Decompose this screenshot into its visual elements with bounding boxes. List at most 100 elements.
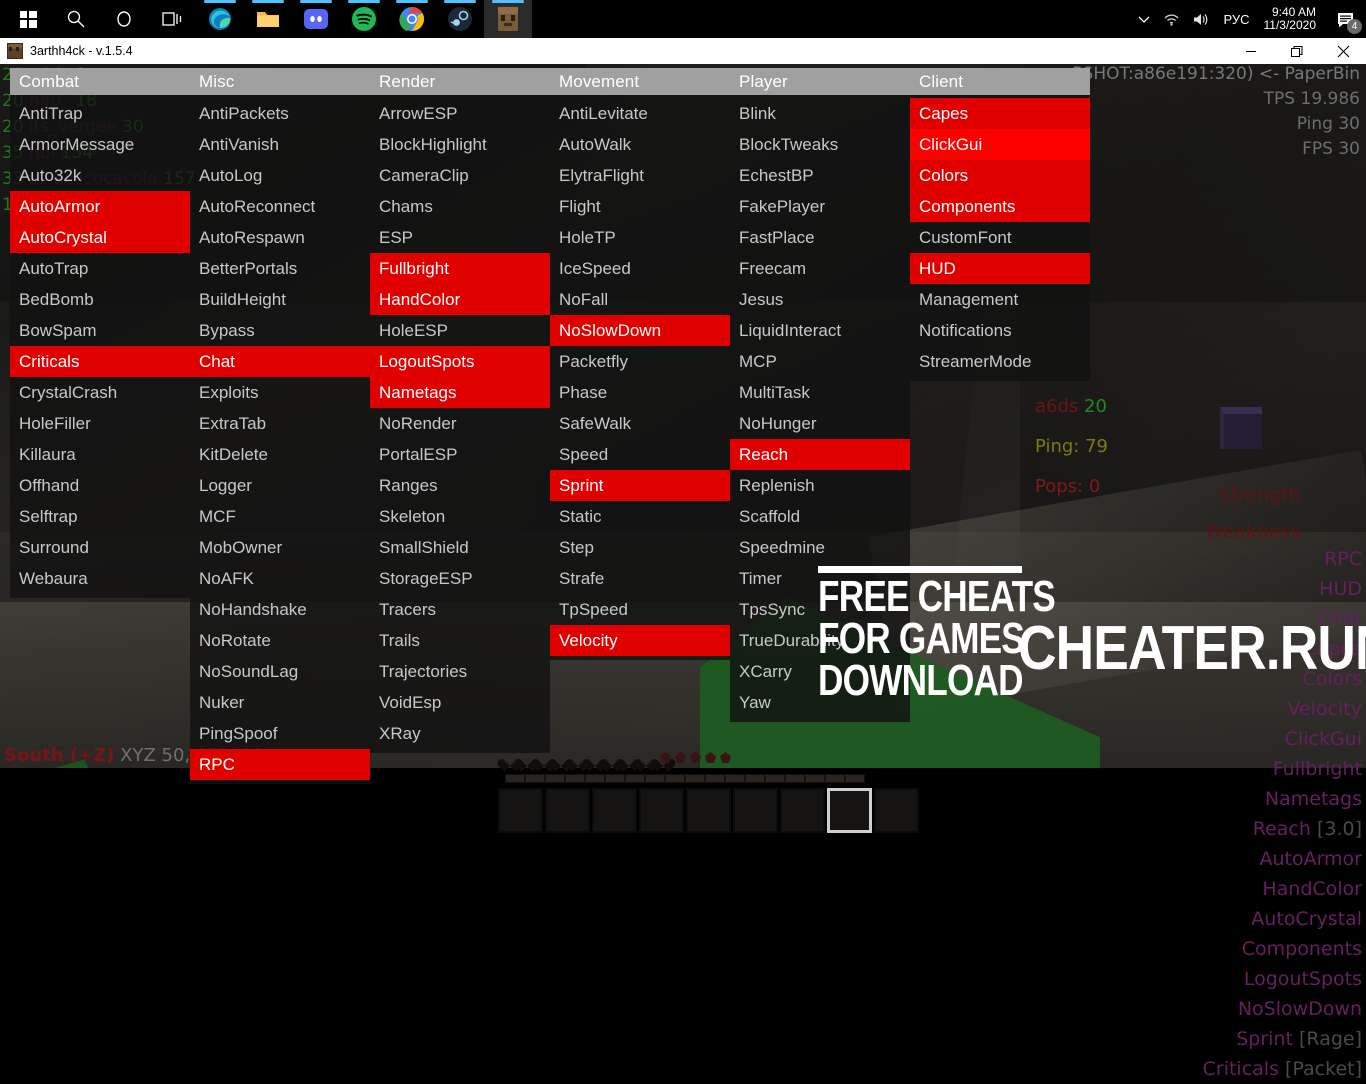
windows-taskbar[interactable]: РУС 9:40 AM 11/3/2020 4	[0, 0, 1366, 38]
module-skeleton[interactable]: Skeleton	[370, 501, 550, 532]
system-tray[interactable]: РУС 9:40 AM 11/3/2020 4	[1131, 0, 1366, 38]
module-holefiller[interactable]: HoleFiller	[10, 408, 190, 439]
module-handcolor[interactable]: HandColor	[370, 284, 550, 315]
discord-icon[interactable]	[292, 0, 340, 38]
module-kitdelete[interactable]: KitDelete	[190, 439, 370, 470]
hotbar-slot[interactable]	[686, 788, 731, 833]
file-explorer-icon[interactable]	[244, 0, 292, 38]
module-trajectories[interactable]: Trajectories	[370, 656, 550, 687]
module-replenish[interactable]: Replenish	[730, 470, 910, 501]
module-nofall[interactable]: NoFall	[550, 284, 730, 315]
notifications-icon[interactable]: 4	[1326, 0, 1366, 38]
module-phase[interactable]: Phase	[550, 377, 730, 408]
module-safewalk[interactable]: SafeWalk	[550, 408, 730, 439]
module-norotate[interactable]: NoRotate	[190, 625, 370, 656]
minimize-button[interactable]	[1228, 38, 1274, 64]
hotbar-slot[interactable]	[733, 788, 778, 833]
module-portalesp[interactable]: PortalESP	[370, 439, 550, 470]
module-antilevitate[interactable]: AntiLevitate	[550, 98, 730, 129]
module-tpspeed[interactable]: TpSpeed	[550, 594, 730, 625]
module-autorespawn[interactable]: AutoRespawn	[190, 222, 370, 253]
module-hud[interactable]: HUD	[910, 253, 1090, 284]
module-speed[interactable]: Speed	[550, 439, 730, 470]
module-flight[interactable]: Flight	[550, 191, 730, 222]
panel-header-combat[interactable]: Combat	[10, 68, 190, 95]
module-management[interactable]: Management	[910, 284, 1090, 315]
module-killaura[interactable]: Killaura	[10, 439, 190, 470]
steam-icon[interactable]	[436, 0, 484, 38]
module-smallshield[interactable]: SmallShield	[370, 532, 550, 563]
edge-icon[interactable]	[196, 0, 244, 38]
module-strafe[interactable]: Strafe	[550, 563, 730, 594]
start-button[interactable]	[4, 0, 52, 38]
module-voidesp[interactable]: VoidEsp	[370, 687, 550, 718]
module-autoarmor[interactable]: AutoArmor	[10, 191, 190, 222]
search-icon[interactable]	[52, 0, 100, 38]
module-storageesp[interactable]: StorageESP	[370, 563, 550, 594]
module-noslowdown[interactable]: NoSlowDown	[550, 315, 730, 346]
module-chams[interactable]: Chams	[370, 191, 550, 222]
module-buildheight[interactable]: BuildHeight	[190, 284, 370, 315]
module-extratab[interactable]: ExtraTab	[190, 408, 370, 439]
panel-client[interactable]: ClientCapesClickGuiColorsComponentsCusto…	[910, 68, 1090, 381]
module-autocrystal[interactable]: AutoCrystal	[10, 222, 190, 253]
module-bedbomb[interactable]: BedBomb	[10, 284, 190, 315]
module-xray[interactable]: XRay	[370, 718, 550, 749]
module-velocity[interactable]: Velocity	[550, 625, 730, 656]
hotbar-slot[interactable]	[827, 788, 872, 833]
module-scaffold[interactable]: Scaffold	[730, 501, 910, 532]
module-clickgui[interactable]: ClickGui	[910, 129, 1090, 160]
module-echestbp[interactable]: EchestBP	[730, 160, 910, 191]
panel-combat[interactable]: CombatAntiTrapArmorMessageAuto32kAutoArm…	[10, 68, 190, 598]
module-blink[interactable]: Blink	[730, 98, 910, 129]
module-noafk[interactable]: NoAFK	[190, 563, 370, 594]
module-fastplace[interactable]: FastPlace	[730, 222, 910, 253]
module-cameraclip[interactable]: CameraClip	[370, 160, 550, 191]
module-mcf[interactable]: MCF	[190, 501, 370, 532]
module-esp[interactable]: ESP	[370, 222, 550, 253]
module-reach[interactable]: Reach	[730, 439, 910, 470]
module-pingspoof[interactable]: PingSpoof	[190, 718, 370, 749]
module-nosoundlag[interactable]: NoSoundLag	[190, 656, 370, 687]
module-rpc[interactable]: RPC	[190, 749, 370, 780]
panel-header-render[interactable]: Render	[370, 68, 550, 95]
module-autoreconnect[interactable]: AutoReconnect	[190, 191, 370, 222]
module-freecam[interactable]: Freecam	[730, 253, 910, 284]
module-capes[interactable]: Capes	[910, 98, 1090, 129]
module-customfont[interactable]: CustomFont	[910, 222, 1090, 253]
module-tracers[interactable]: Tracers	[370, 594, 550, 625]
hotbar-slot[interactable]	[874, 788, 919, 833]
module-logger[interactable]: Logger	[190, 470, 370, 501]
module-holeesp[interactable]: HoleESP	[370, 315, 550, 346]
spotify-icon[interactable]	[340, 0, 388, 38]
module-nuker[interactable]: Nuker	[190, 687, 370, 718]
module-sprint[interactable]: Sprint	[550, 470, 730, 501]
module-speedmine[interactable]: Speedmine	[730, 532, 910, 563]
chevron-up-icon[interactable]	[1131, 0, 1157, 38]
module-nohunger[interactable]: NoHunger	[730, 408, 910, 439]
module-streamermode[interactable]: StreamerMode	[910, 346, 1090, 377]
module-antivanish[interactable]: AntiVanish	[190, 129, 370, 160]
panel-movement[interactable]: MovementAntiLevitateAutoWalkElytraFlight…	[550, 68, 730, 660]
module-mobowner[interactable]: MobOwner	[190, 532, 370, 563]
module-exploits[interactable]: Exploits	[190, 377, 370, 408]
hotbar-slot[interactable]	[592, 788, 637, 833]
panel-header-misc[interactable]: Misc	[190, 68, 370, 95]
module-autotrap[interactable]: AutoTrap	[10, 253, 190, 284]
module-notifications[interactable]: Notifications	[910, 315, 1090, 346]
module-chat[interactable]: Chat	[190, 346, 370, 377]
module-autowalk[interactable]: AutoWalk	[550, 129, 730, 160]
module-components[interactable]: Components	[910, 191, 1090, 222]
module-elytraflight[interactable]: ElytraFlight	[550, 160, 730, 191]
module-antitrap[interactable]: AntiTrap	[10, 98, 190, 129]
panel-misc[interactable]: MiscAntiPacketsAntiVanishAutoLogAutoReco…	[190, 68, 370, 784]
module-trails[interactable]: Trails	[370, 625, 550, 656]
hotbar-slot[interactable]	[545, 788, 590, 833]
cortana-icon[interactable]	[100, 0, 148, 38]
module-surround[interactable]: Surround	[10, 532, 190, 563]
panel-header-client[interactable]: Client	[910, 68, 1090, 95]
module-holetp[interactable]: HoleTP	[550, 222, 730, 253]
module-betterportals[interactable]: BetterPortals	[190, 253, 370, 284]
module-jesus[interactable]: Jesus	[730, 284, 910, 315]
module-norender[interactable]: NoRender	[370, 408, 550, 439]
